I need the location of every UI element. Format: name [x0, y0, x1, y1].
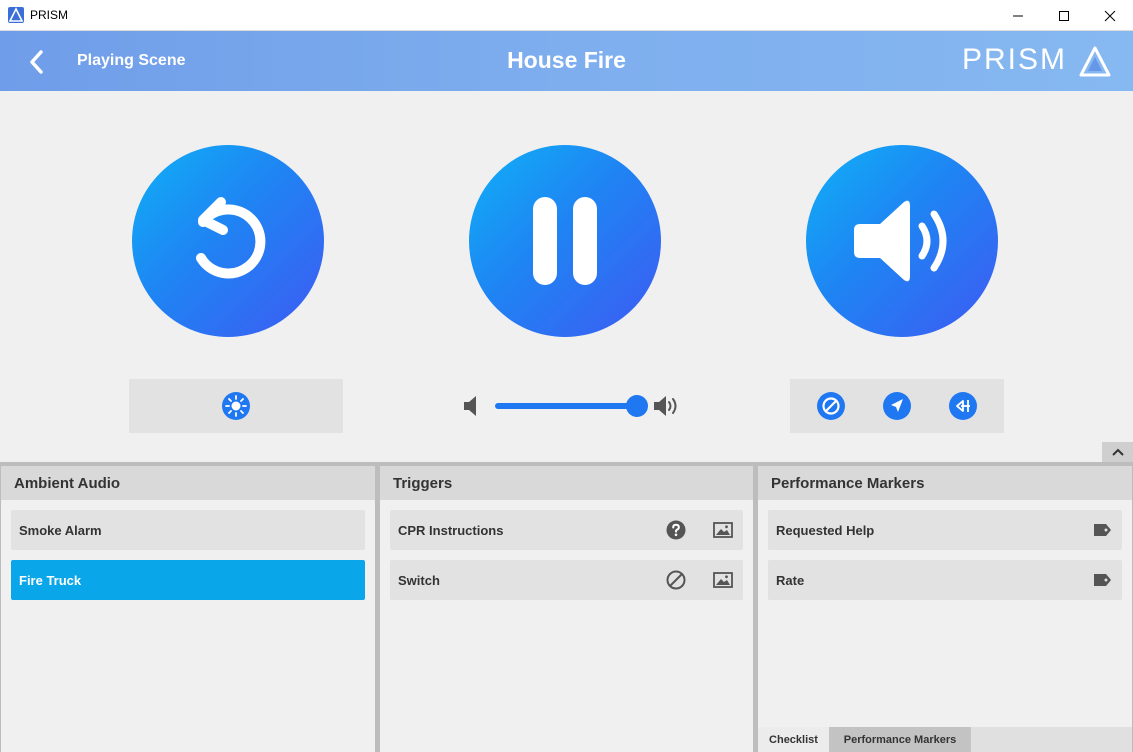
panel-header: Ambient Audio: [1, 466, 375, 500]
volume-high-icon: [654, 396, 677, 416]
triggers-title: Triggers: [393, 475, 453, 492]
performance-markers-title: Performance Markers: [771, 475, 925, 492]
scene-panels: Ambient Audio Smoke Alarm Fire Truck Tri…: [0, 462, 1133, 752]
list-item-label: Rate: [776, 573, 805, 588]
brand-wordmark: PRISM: [962, 43, 1068, 76]
performance-markers-panel: Performance Markers Requested Help Rate …: [758, 466, 1132, 752]
list-item-label: CPR Instructions: [398, 523, 504, 538]
maximize-button[interactable]: [1041, 0, 1087, 31]
restart-icon: [196, 197, 266, 279]
ambient-audio-panel: Ambient Audio Smoke Alarm Fire Truck: [1, 466, 375, 752]
ambient-audio-title: Ambient Audio: [14, 475, 121, 492]
maximize-icon: [1059, 10, 1069, 21]
pause-button[interactable]: [469, 145, 661, 337]
action-panel: [790, 379, 1004, 433]
window-titlebar: PRISM: [0, 0, 1133, 31]
list-item-fire-truck[interactable]: Fire Truck: [11, 560, 365, 600]
tag-icon[interactable]: [1092, 570, 1112, 590]
list-item-switch[interactable]: Switch: [390, 560, 743, 600]
minimize-icon: [1013, 15, 1023, 16]
panel-header: Performance Markers: [758, 466, 1132, 500]
volume-control: [462, 393, 682, 419]
restart-button[interactable]: [132, 145, 324, 337]
collapse-panel-button[interactable]: [1102, 442, 1133, 462]
list-item-label: Switch: [398, 573, 440, 588]
tag-icon[interactable]: [1092, 520, 1112, 540]
close-button[interactable]: [1087, 0, 1133, 31]
chevron-up-icon: [1111, 448, 1124, 456]
tab-checklist[interactable]: Checklist: [758, 727, 829, 752]
triggers-panel: Triggers CPR Instructions Switch: [380, 466, 753, 752]
list-item-label: Fire Truck: [19, 573, 82, 588]
blocked-icon[interactable]: [816, 391, 846, 421]
scene-header: Playing Scene House Fire PRISM: [0, 31, 1133, 91]
image-icon[interactable]: [713, 570, 733, 590]
volume-low-icon: [464, 396, 476, 416]
minimize-button[interactable]: [995, 0, 1041, 31]
image-icon[interactable]: [713, 520, 733, 540]
exit-arrow-icon[interactable]: [948, 391, 978, 421]
question-icon[interactable]: [666, 520, 686, 540]
panel-tabs: Checklist Performance Markers: [758, 727, 1132, 752]
panel-header: Triggers: [380, 466, 753, 500]
tab-performance-markers[interactable]: Performance Markers: [829, 727, 971, 752]
list-item-label: Requested Help: [776, 523, 875, 538]
list-item-requested-help[interactable]: Requested Help: [768, 510, 1122, 550]
prism-logo-icon: [1079, 46, 1111, 77]
navigation-arrow-icon[interactable]: [882, 391, 912, 421]
pause-icon: [533, 197, 597, 285]
close-icon: [1104, 10, 1116, 21]
prism-app-icon: [8, 7, 24, 23]
blocked-icon[interactable]: [666, 570, 686, 590]
volume-slider-track[interactable]: [495, 403, 637, 409]
speaker-icon: [854, 200, 947, 282]
speaker-button[interactable]: [806, 145, 998, 337]
lighting-panel: [129, 379, 343, 433]
list-item-cpr-instructions[interactable]: CPR Instructions: [390, 510, 743, 550]
playback-controls: [0, 91, 1133, 462]
window-title: PRISM: [30, 8, 69, 22]
list-item-label: Smoke Alarm: [19, 523, 102, 538]
volume-slider-thumb[interactable]: [626, 395, 648, 417]
list-item-smoke-alarm[interactable]: Smoke Alarm: [11, 510, 365, 550]
list-item-rate[interactable]: Rate: [768, 560, 1122, 600]
brightness-icon[interactable]: [221, 391, 251, 421]
